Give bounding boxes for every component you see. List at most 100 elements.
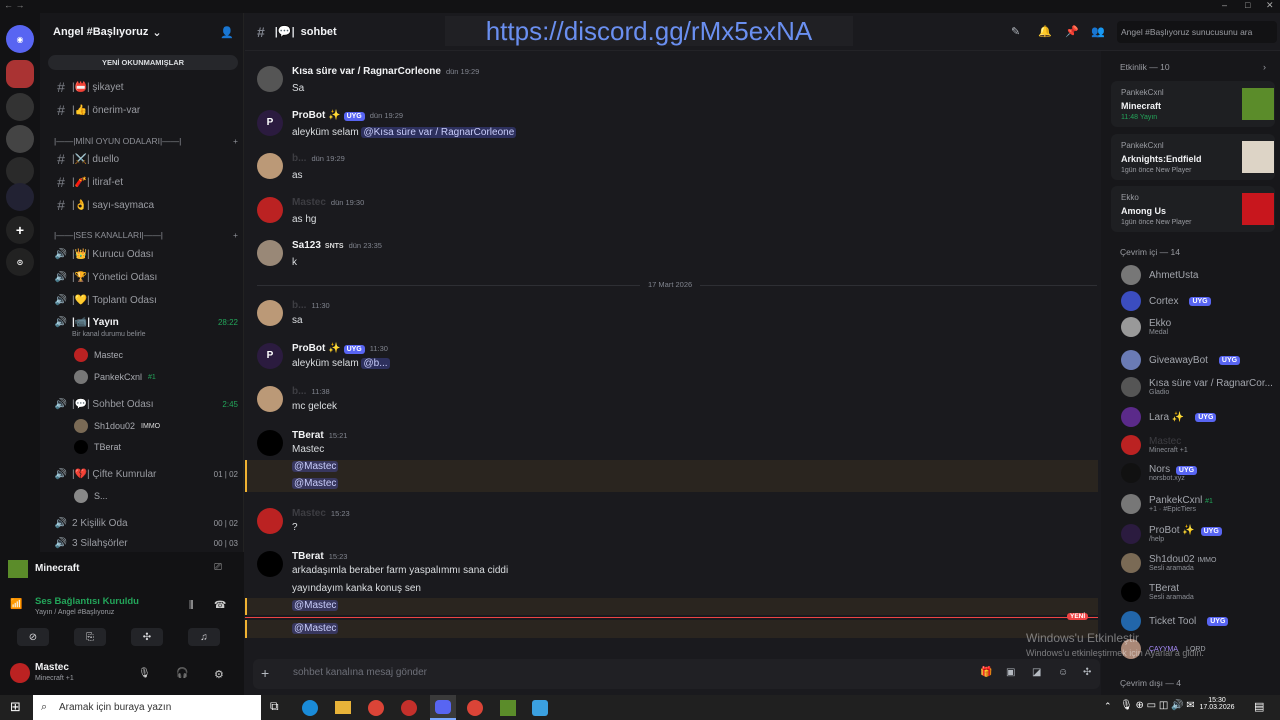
message-input[interactable]: sohbet kanalına mesaj gönder — [293, 667, 427, 678]
member[interactable]: GiveawayBot UYG — [1121, 349, 1276, 371]
threads-icon[interactable]: ✎ — [1011, 25, 1020, 38]
author-name[interactable]: b... — [292, 153, 306, 164]
voice-user[interactable]: S... — [74, 487, 108, 505]
member[interactable]: Nors UYG norsbot.xyz — [1121, 462, 1276, 484]
voice-sohbet[interactable]: 🔊 |💬| Sohbet Odası 2:45 — [50, 394, 238, 414]
add-member-icon[interactable]: 👤 — [220, 26, 234, 39]
voice-yonetici[interactable]: 🔊 |🏆| Yönetici Odası — [50, 267, 238, 287]
new-unreads-button[interactable]: YENİ OKUNMAMIŞLAR — [48, 55, 238, 70]
channel-duello[interactable]: # |⚔️| duello — [50, 149, 238, 169]
channel-sayi-saymaca[interactable]: # |👌| sayı-saymaca — [50, 195, 238, 215]
author-name[interactable]: Sa123 — [292, 240, 321, 251]
minimize-icon[interactable]: – — [1222, 0, 1227, 10]
voice-user[interactable]: Sh1dou02 IMMO — [74, 417, 160, 435]
notification-icon[interactable]: ▤ — [1254, 700, 1264, 713]
server-icon-knsy[interactable] — [6, 183, 34, 211]
bell-icon[interactable]: 🔔 — [1038, 25, 1052, 38]
pin-icon[interactable]: 📌 — [1065, 25, 1079, 38]
minecraft-icon[interactable] — [500, 700, 516, 716]
avatar[interactable]: P — [257, 110, 283, 136]
channel-onerim-var[interactable]: # |👍| önerim-var — [50, 100, 238, 120]
avatar[interactable] — [257, 66, 283, 92]
voice-status[interactable]: Ses Bağlantısı Kuruldu — [35, 596, 139, 607]
voice-3-silahsorler[interactable]: 🔊 3 Silahşörler 00 | 03 — [50, 536, 238, 550]
channel-sikayet[interactable]: # |📛| şikayet — [50, 77, 238, 97]
message-input-box[interactable]: + sohbet kanalına mesaj gönder 🎁 ▣ ◪ ☺ ✣ — [253, 659, 1100, 689]
mention[interactable]: @b... — [361, 358, 390, 369]
member[interactable]: Ticket Tool UYG — [1121, 610, 1276, 632]
tray-chevron-icon[interactable]: ⌃ — [1104, 701, 1112, 712]
voice-yayin[interactable]: 🔊 |📹| Yayın 28:22 — [50, 312, 238, 332]
member[interactable]: PankekCxnl #1 +1 · #EpicTiers — [1121, 493, 1276, 515]
chrome-icon[interactable] — [368, 700, 384, 716]
member[interactable]: AhmetUsta — [1121, 264, 1276, 286]
username[interactable]: Mastec — [35, 662, 69, 673]
game-overlay-icon[interactable]: ⎚ — [214, 562, 222, 573]
voice-toplanti[interactable]: 🔊 |💛| Toplantı Odası — [50, 290, 238, 310]
soundboard-button[interactable]: ♫ — [188, 628, 220, 646]
voice-cifte-kumrular[interactable]: 🔊 |💔| Çifte Kumrular 01 | 02 — [50, 464, 238, 484]
server-icon-4[interactable] — [6, 157, 34, 185]
member[interactable]: TBerat Sesli aramada — [1121, 581, 1276, 603]
gift-icon[interactable]: 🎁 — [980, 667, 992, 678]
channel-status[interactable]: Bir kanal durumu belirle — [72, 331, 146, 338]
windows-start-icon[interactable]: ⊞ — [10, 699, 21, 715]
author-name[interactable]: TBerat — [292, 551, 324, 562]
avatar[interactable] — [257, 430, 283, 456]
discover-icon[interactable]: ⊙ — [6, 248, 34, 276]
avatar[interactable] — [257, 386, 283, 412]
chrome-icon[interactable] — [467, 700, 483, 716]
task-view-icon[interactable]: ⧉ — [270, 699, 279, 714]
member[interactable]: Ekko Medal — [1121, 316, 1276, 338]
discord-taskbar-icon[interactable] — [430, 695, 456, 720]
mention[interactable]: @Mastec — [292, 623, 339, 634]
avatar[interactable] — [257, 508, 283, 534]
headphones-icon[interactable]: 🎧 — [176, 668, 188, 679]
maximize-icon[interactable]: □ — [1245, 0, 1250, 10]
nav-arrows-icon[interactable]: ← → — [4, 0, 25, 10]
member[interactable]: Sh1dou02 IMMO Sesli aramada — [1121, 552, 1276, 574]
category-mini-games[interactable]: |——|MİNİ OYUN ODALARI|——| + — [54, 134, 238, 148]
plus-icon[interactable]: + — [261, 665, 269, 681]
member[interactable]: Kısa süre var / RagnarCor... Gladio — [1121, 376, 1276, 398]
avatar[interactable] — [257, 240, 283, 266]
plus-icon[interactable]: + — [233, 136, 238, 146]
author-name[interactable]: TBerat — [292, 430, 324, 441]
search-input[interactable]: Angel #Başlıyoruz sunucusunu ara — [1117, 21, 1277, 43]
server-header[interactable]: Angel #Başlıyoruz ⌄ 👤 — [40, 13, 244, 51]
author-name[interactable]: Mastec — [292, 197, 326, 208]
noise-icon[interactable]: ⫼ — [189, 600, 194, 611]
mention[interactable]: @Mastec — [292, 461, 339, 472]
avatar[interactable] — [257, 300, 283, 326]
sticker-icon[interactable]: ◪ — [1032, 667, 1041, 678]
server-icon-angel[interactable] — [6, 60, 34, 88]
member[interactable]: Cortex UYG — [1121, 290, 1276, 312]
category-voice[interactable]: |——|SES KANALLARI|——| + — [54, 228, 238, 242]
member[interactable]: ProBot ✨ UYG/help — [1121, 523, 1276, 545]
voice-user[interactable]: PankekCxnl #1 — [74, 368, 156, 386]
emoji-icon[interactable]: ☺ — [1058, 667, 1068, 678]
voice-user[interactable]: Mastec — [74, 346, 123, 364]
file-explorer-icon[interactable] — [335, 701, 351, 714]
avatar[interactable] — [257, 551, 283, 577]
avatar[interactable] — [257, 197, 283, 223]
gear-icon[interactable]: ⚙ — [214, 668, 224, 681]
camera-off-button[interactable]: ⊘ — [17, 628, 49, 646]
microphone-icon[interactable]: 🎙 — [138, 668, 151, 679]
member[interactable]: Mastec Minecraft +1 — [1121, 434, 1276, 456]
disconnect-icon[interactable]: ☎ — [214, 600, 226, 611]
voice-channel-name[interactable]: Yayın / Angel #Başlıyoruz — [35, 609, 114, 616]
screen-share-button[interactable]: ⎘ — [74, 628, 106, 646]
channel-itiraf-et[interactable]: # |🧨| itiraf-et — [50, 172, 238, 192]
tray-icons[interactable]: 🎙 ⊕ ▭ ◫ 🔊 ✉ — [1120, 700, 1195, 711]
edge-icon[interactable] — [302, 700, 318, 716]
voice-2-kisilik[interactable]: 🔊 2 Kişilik Oda 00 | 02 — [50, 513, 238, 533]
author-name[interactable]: b... — [292, 386, 306, 397]
close-icon[interactable]: ✕ — [1266, 0, 1274, 11]
gif-icon[interactable]: ▣ — [1006, 667, 1015, 678]
clock[interactable]: 15:30 17.03.2026 — [1196, 697, 1238, 711]
discord-home-icon[interactable]: ◉ — [6, 25, 34, 53]
apps-icon[interactable]: ✣ — [1083, 667, 1091, 678]
mention[interactable]: @Mastec — [292, 478, 339, 489]
author-name[interactable]: b... — [292, 300, 306, 311]
